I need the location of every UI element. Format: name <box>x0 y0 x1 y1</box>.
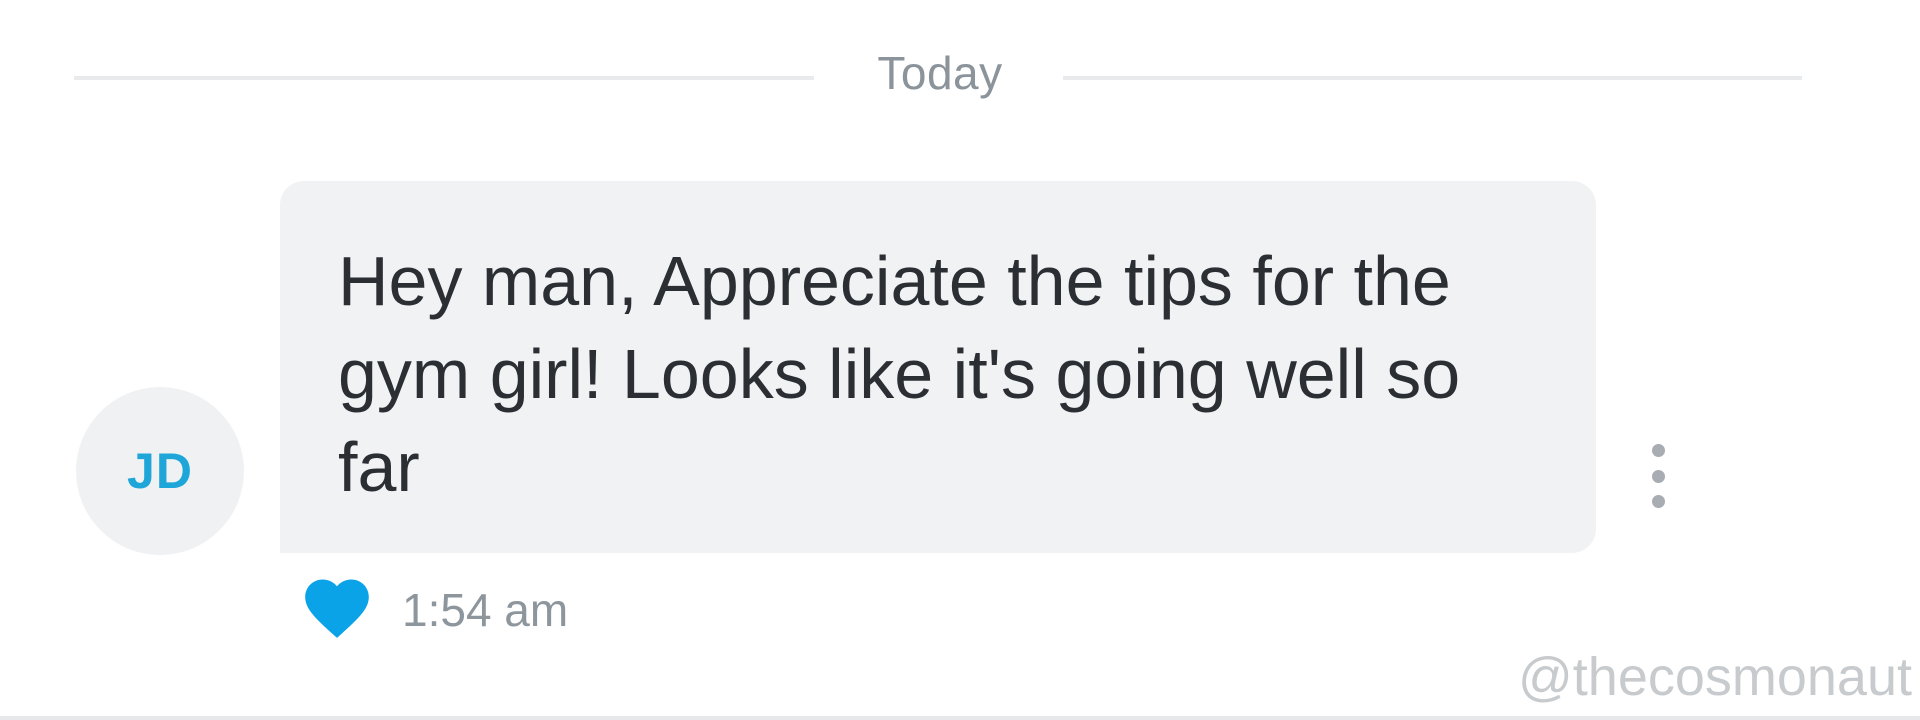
avatar-initials: JD <box>127 443 193 499</box>
date-divider-line-right <box>1063 76 1802 80</box>
message-timestamp: 1:54 am <box>402 584 569 636</box>
more-vertical-icon[interactable] <box>1638 444 1678 508</box>
message-text: Hey man, Appreciate the tips for the gym… <box>338 242 1461 506</box>
more-dot <box>1651 469 1665 483</box>
date-divider-line-left <box>74 76 814 80</box>
avatar[interactable]: JD <box>76 387 244 555</box>
watermark: @thecosmonaut <box>1517 647 1912 707</box>
more-dot <box>1651 444 1665 457</box>
bottom-divider <box>0 716 1920 720</box>
more-dot <box>1651 495 1665 508</box>
heart-shape <box>305 579 369 638</box>
date-divider-label: Today <box>877 47 1003 99</box>
message-bubble[interactable]: Hey man, Appreciate the tips for the gym… <box>280 181 1596 553</box>
heart-icon[interactable] <box>298 570 376 640</box>
chat-view: Today JD Hey man, Appreciate the tips fo… <box>0 0 1920 720</box>
